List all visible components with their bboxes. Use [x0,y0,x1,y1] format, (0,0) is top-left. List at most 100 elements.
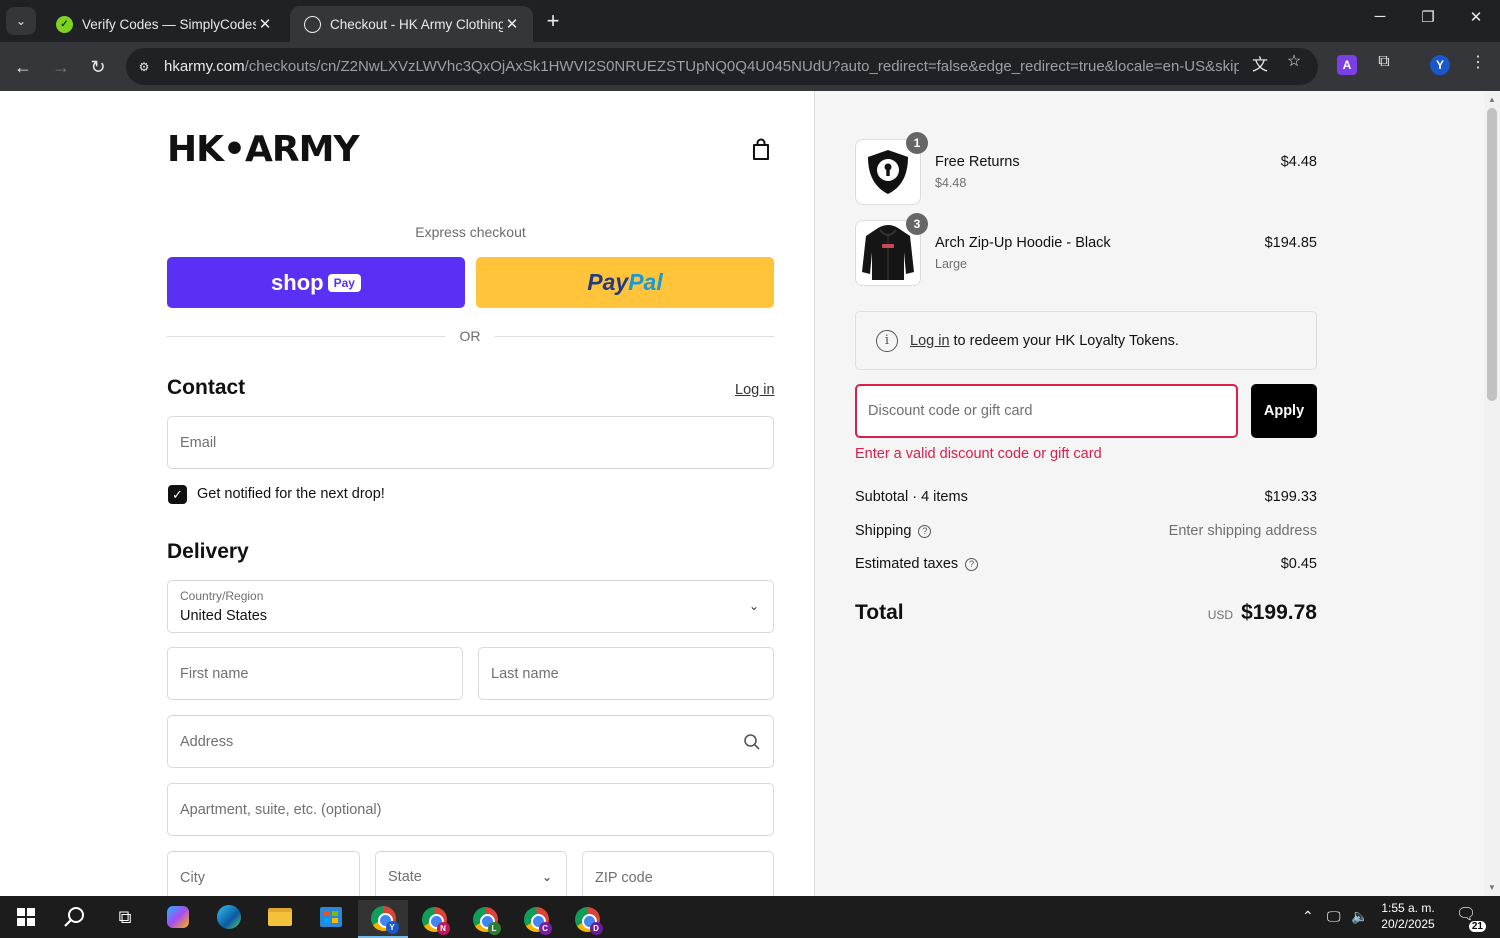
chevron-up-icon[interactable]: ⌃ [1302,908,1314,925]
country-select[interactable]: Country/Region United States ⌄ [167,580,774,633]
tab-title: Verify Codes — SimplyCodes [82,16,256,32]
scroll-down-arrow-icon[interactable]: ▼ [1488,883,1496,892]
chrome-taskbar-l[interactable]: L [460,900,510,938]
file-explorer-icon[interactable] [262,902,298,932]
shop-pay-badge: Pay [327,273,361,292]
clock-time: 1:55 a. m. [1381,901,1435,915]
profile-avatar[interactable]: Y [1430,55,1450,75]
chrome-icon: C [523,906,552,935]
item-price: $194.85 [1264,235,1317,251]
total-value: USD $199.78 [1208,601,1317,625]
browser-tabstrip: ⌄ ✓ Verify Codes — SimplyCodes ✕ Checkou… [0,0,1500,42]
shipping-value: Enter shipping address [1168,523,1317,539]
scroll-up-arrow-icon[interactable]: ▲ [1488,95,1496,104]
microsoft-store-icon[interactable] [313,902,349,932]
chrome-icon: D [574,906,603,935]
notify-checkbox-label[interactable]: Get notified for the next drop! [197,486,385,502]
shop-pay-button[interactable]: shop Pay [167,257,465,308]
hk-army-logo[interactable]: HK•ARMY [167,129,360,170]
address-field[interactable] [167,715,774,768]
subtotal-value: $199.33 [1264,489,1317,505]
email-input[interactable] [168,417,773,468]
quantity-badge: 3 [906,213,928,235]
discount-error-message: Enter a valid discount code or gift card [855,446,1102,462]
zip-input[interactable] [583,852,773,896]
translate-icon[interactable]: 文 [1250,51,1270,75]
bookmark-star-icon[interactable]: ☆ [1284,51,1304,71]
apply-discount-button[interactable]: Apply [1251,384,1317,438]
copilot-icon[interactable] [160,902,196,932]
page-scrollbar[interactable]: ▲ ▼ [1484,91,1500,896]
notify-checkbox[interactable]: ✓ [168,485,187,504]
chrome-taskbar-c[interactable]: C [511,900,561,938]
system-clock[interactable]: 1:55 a. m. 20/2/2025 [1372,900,1444,932]
search-icon[interactable] [57,902,93,932]
chrome-taskbar-d[interactable]: D [562,900,612,938]
restore-icon[interactable]: ❐ [1413,8,1443,26]
paypal-label-part1: Pay [587,269,629,295]
tab-search-button[interactable]: ⌄ [6,7,36,35]
search-icon [744,734,760,750]
reload-icon[interactable]: ↻ [85,54,111,80]
task-view-icon[interactable]: ⧉ [107,902,143,932]
window-close-icon[interactable]: ✕ [1461,8,1491,26]
scrollbar-thumb[interactable] [1487,108,1497,401]
extension-a-icon[interactable]: A [1337,55,1357,75]
extensions-puzzle-icon[interactable]: ⧉ [1374,53,1394,71]
quantity-badge: 1 [906,132,928,154]
globe-icon [304,15,321,33]
chrome-icon: Y [370,905,399,934]
login-link[interactable]: Log in [735,382,775,398]
back-arrow-icon[interactable]: ← [10,54,36,80]
more-menu-icon[interactable]: ⋮ [1468,52,1488,72]
new-tab-plus-icon[interactable]: + [541,9,565,33]
chrome-icon: N [421,906,450,935]
discount-code-field[interactable] [855,384,1238,438]
express-checkout-label: Express checkout [415,224,526,240]
loyalty-banner: i Log in to redeem your HK Loyalty Token… [855,311,1317,370]
total-amount: $199.78 [1241,601,1317,624]
city-input[interactable] [168,852,359,896]
zip-field[interactable] [582,851,774,896]
site-info-icon[interactable]: ⚙ [136,59,152,75]
shipping-label: Shipping ? [855,523,932,539]
notification-center-icon[interactable]: 🗨 21 [1456,904,1486,932]
city-field[interactable] [167,851,360,896]
close-icon[interactable]: ✕ [256,15,274,33]
discount-code-input[interactable] [857,386,1236,436]
chrome-taskbar-n[interactable]: N [409,900,459,938]
chrome-taskbar-y[interactable]: Y [358,900,408,938]
loyalty-login-link[interactable]: Log in [910,333,950,349]
close-icon[interactable]: ✕ [503,15,521,33]
tab-title: Checkout - HK Army Clothing [330,16,503,32]
help-icon[interactable]: ? [965,557,979,571]
minimize-icon[interactable]: ─ [1365,8,1395,25]
divider [167,336,445,337]
state-select[interactable]: State ⌄ [375,851,567,896]
chevron-down-icon: ⌄ [748,599,759,613]
url-text[interactable]: hkarmy.com/checkouts/cn/Z2NwLXVzLWVhc3Qx… [164,58,1239,75]
volume-muted-icon[interactable]: 🔈 [1351,908,1368,925]
tab-simplycodes[interactable]: ✓ Verify Codes — SimplyCodes ✕ [42,6,286,42]
taxes-value: $0.45 [1280,556,1317,572]
tab-checkout[interactable]: Checkout - HK Army Clothing ✕ [290,6,533,42]
help-icon[interactable]: ? [918,524,932,538]
last-name-field[interactable] [478,647,774,700]
taxes-label: Estimated taxes ? [855,556,979,572]
windows-start-icon[interactable] [8,902,44,932]
email-field[interactable] [167,416,774,469]
address-input[interactable] [168,716,773,767]
last-name-input[interactable] [479,648,773,699]
apartment-field[interactable] [167,783,774,836]
edge-icon[interactable] [211,902,247,932]
item-name: Arch Zip-Up Hoodie - Black [935,235,1111,251]
first-name-field[interactable] [167,647,463,700]
forward-arrow-icon[interactable]: → [48,54,74,80]
first-name-input[interactable] [168,648,462,699]
address-bar[interactable]: ⚙ hkarmy.com/checkouts/cn/Z2NwLXVzLWVhc3… [126,48,1318,85]
paypal-button[interactable]: Pay Pal [476,257,774,308]
network-icon[interactable]: 🖵 [1327,908,1341,925]
free-returns-shield-icon [868,150,908,194]
shopping-bag-icon[interactable] [750,137,772,161]
apartment-input[interactable] [168,784,773,835]
